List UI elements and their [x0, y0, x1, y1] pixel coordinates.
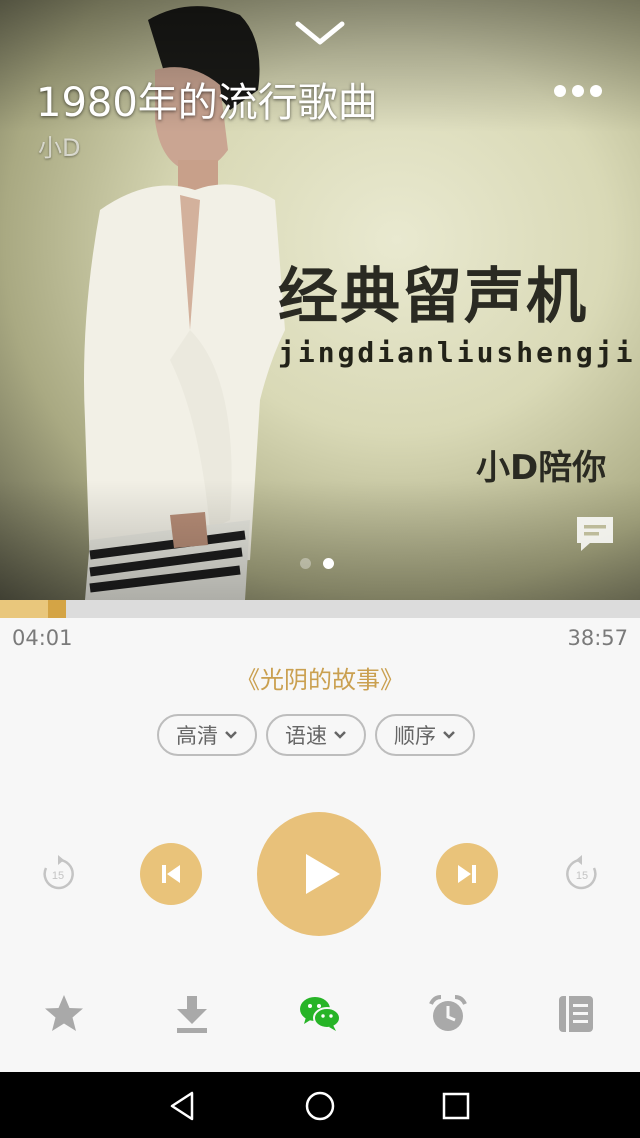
- favorite-button[interactable]: [42, 992, 86, 1036]
- skip-previous-icon: [162, 865, 180, 883]
- album-title: 1980年的流行歌曲: [36, 80, 378, 126]
- chevron-down-icon: [443, 731, 455, 739]
- rewind-icon: 15: [43, 855, 74, 890]
- speed-select-label: 语速: [285, 724, 327, 748]
- forward-seconds: 15: [576, 870, 588, 882]
- chevron-down-icon: [225, 731, 237, 739]
- progress-bar[interactable]: [0, 600, 640, 618]
- quality-select[interactable]: 高清: [157, 714, 257, 756]
- track-title: 《光阴的故事》: [236, 666, 404, 694]
- system-navigation-bar: [0, 1072, 640, 1138]
- order-select[interactable]: 顺序: [375, 714, 475, 756]
- nav-home-button[interactable]: [302, 1088, 338, 1124]
- play-button[interactable]: [257, 812, 381, 936]
- rewind-seconds: 15: [52, 870, 64, 882]
- share-wechat-button[interactable]: [298, 992, 342, 1036]
- progress-thumb[interactable]: [47, 600, 66, 618]
- next-button[interactable]: [436, 843, 498, 905]
- speed-select[interactable]: 语速: [266, 714, 366, 756]
- back-icon: [170, 1091, 194, 1121]
- playlist-icon: [559, 996, 593, 1032]
- recents-icon: [442, 1092, 470, 1120]
- rewind-15-button[interactable]: 15: [38, 854, 78, 894]
- playlist-button[interactable]: [554, 992, 598, 1036]
- cover-byline: 小D陪你: [476, 448, 607, 488]
- cover-title-chinese: 经典留声机: [278, 262, 588, 332]
- nav-recents-button[interactable]: [438, 1088, 474, 1124]
- artist-name: 小D: [38, 134, 81, 162]
- page-indicator: [300, 558, 334, 569]
- more-button[interactable]: [548, 76, 608, 106]
- download-icon: [177, 996, 207, 1033]
- order-select-label: 顺序: [394, 724, 436, 748]
- forward-15-button[interactable]: 15: [562, 854, 602, 894]
- forward-icon: 15: [566, 855, 597, 890]
- page-dot[interactable]: [300, 558, 311, 569]
- total-time: 38:57: [567, 626, 628, 650]
- comment-icon: [577, 517, 613, 551]
- nav-back-button[interactable]: [164, 1088, 200, 1124]
- home-icon: [305, 1091, 335, 1121]
- comment-button[interactable]: [574, 514, 616, 556]
- previous-button[interactable]: [140, 843, 202, 905]
- chevron-down-icon: [334, 731, 346, 739]
- page-dot-active[interactable]: [323, 558, 334, 569]
- cover-title-pinyin: jingdianliushengji: [278, 336, 636, 369]
- sleep-timer-button[interactable]: [426, 992, 470, 1036]
- quality-select-label: 高清: [176, 724, 218, 748]
- skip-next-icon: [458, 865, 476, 883]
- star-icon: [45, 995, 83, 1031]
- chevron-down-icon: [295, 21, 345, 45]
- download-button[interactable]: [170, 992, 214, 1036]
- option-chips: 高清 语速 顺序: [157, 714, 475, 756]
- collapse-button[interactable]: [290, 14, 350, 50]
- current-time: 04:01: [12, 626, 73, 650]
- more-dots-icon: [554, 85, 602, 97]
- play-icon: [306, 854, 340, 894]
- wechat-icon: [300, 997, 341, 1031]
- alarm-icon: [429, 995, 467, 1031]
